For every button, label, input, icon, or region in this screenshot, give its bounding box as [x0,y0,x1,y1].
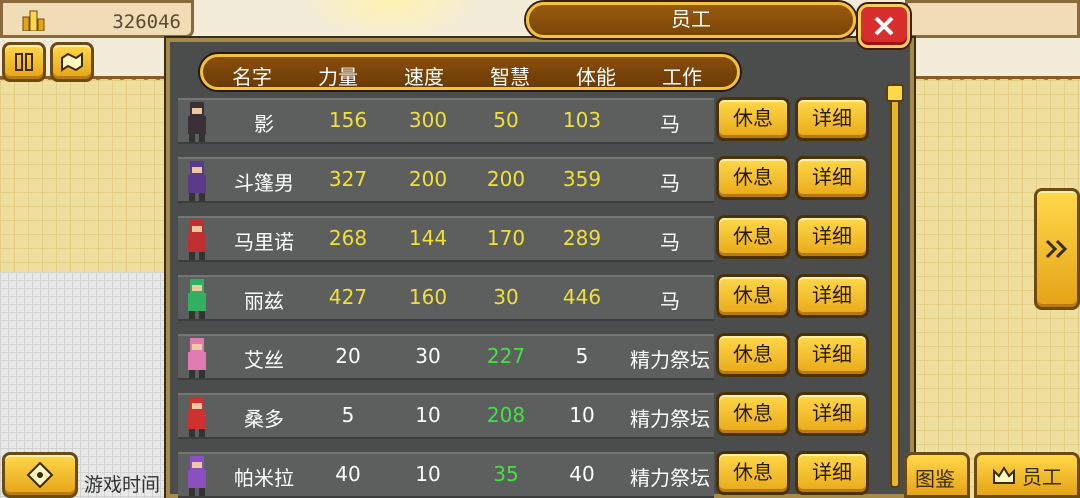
staff-job: 精力祭坛 [630,466,710,490]
detail-button[interactable]: 详细 [795,274,869,318]
staff-strength: 327 [328,167,368,191]
detail-button[interactable]: 详细 [795,451,869,495]
header-strength: 力量 [318,65,358,89]
staff-intellect: 208 [486,403,526,427]
rest-button[interactable]: 休息 [716,156,790,200]
table-row: 帕米拉 40 10 35 40 精力祭坛 [178,452,714,498]
staff-stamina: 5 [575,344,589,368]
staff-job: 精力祭坛 [630,348,710,372]
staff-job: 精力祭坛 [630,407,710,431]
table-row: 桑多 5 10 208 10 精力祭坛 [178,393,714,439]
window-title: 员工 [526,2,856,38]
staff-stamina: 359 [562,167,602,191]
header-name: 名字 [232,65,272,89]
double-chevron-right-icon [1045,239,1068,259]
dpad-icon [26,461,54,489]
character-avatar-icon [188,456,206,496]
staff-strength: 156 [328,108,368,132]
staff-speed: 30 [415,344,441,368]
staff-strength: 40 [335,462,361,486]
character-avatar-icon [188,102,206,142]
character-avatar-icon [188,220,206,260]
header-intellect: 智慧 [490,65,530,89]
table-row: 丽兹 427 160 30 446 马 [178,275,714,321]
next-page-button[interactable] [1034,188,1080,310]
staff-job: 马 [660,230,680,254]
top-right-bar [905,0,1080,38]
staff-speed: 10 [415,403,441,427]
codex-tab[interactable]: 图鉴 [904,452,970,498]
game-time-label: 游戏时间 [84,474,161,496]
rest-button[interactable]: 休息 [716,333,790,377]
crown-icon [993,466,1015,484]
money-value: 326046 [112,11,181,33]
staff-intellect: 30 [493,285,519,309]
staff-speed: 300 [408,108,448,132]
staff-job: 马 [660,112,680,136]
staff-speed: 144 [408,226,448,250]
staff-name: 桑多 [244,407,284,431]
staff-name: 帕米拉 [234,466,294,490]
staff-speed: 160 [408,285,448,309]
close-icon [874,16,894,36]
staff-name: 马里诺 [234,230,294,254]
character-avatar-icon [188,338,206,378]
character-avatar-icon [188,161,206,201]
character-avatar-icon [188,397,206,437]
money-bar: 326046 [0,0,194,38]
staff-job: 马 [660,171,680,195]
staff-speed: 200 [408,167,448,191]
rest-button[interactable]: 休息 [716,392,790,436]
staff-name: 影 [254,112,274,136]
staff-intellect: 50 [493,108,519,132]
staff-intellect: 170 [486,226,526,250]
detail-button[interactable]: 详细 [795,392,869,436]
staff-intellect: 35 [493,462,519,486]
table-row: 影 156 300 50 103 马 [178,98,714,144]
close-button[interactable] [858,4,910,48]
staff-tab[interactable]: 员工 [974,452,1080,498]
detail-button[interactable]: 详细 [795,97,869,141]
map-button[interactable] [50,42,94,82]
header-job: 工作 [662,65,702,89]
scrollbar[interactable] [890,84,900,488]
table-header: 名字 力量 速度 智慧 体能 工作 [200,54,740,90]
buildings-icon [22,10,45,31]
staff-name: 艾丝 [244,348,284,372]
header-stamina: 体能 [576,65,616,89]
staff-name: 丽兹 [244,289,284,313]
staff-speed: 10 [415,462,441,486]
staff-strength: 268 [328,226,368,250]
staff-stamina: 446 [562,285,602,309]
pause-icon [15,53,33,71]
table-row: 艾丝 20 30 227 5 精力祭坛 [178,334,714,380]
staff-strength: 20 [335,344,361,368]
staff-intellect: 200 [486,167,526,191]
scrollbar-thumb[interactable] [886,84,904,102]
staff-stamina: 40 [569,462,595,486]
character-avatar-icon [188,279,206,319]
staff-strength: 427 [328,285,368,309]
rest-button[interactable]: 休息 [716,97,790,141]
detail-button[interactable]: 详细 [795,156,869,200]
staff-job: 马 [660,289,680,313]
rest-button[interactable]: 休息 [716,274,790,318]
staff-strength: 5 [341,403,355,427]
staff-stamina: 10 [569,403,595,427]
dpad-button[interactable] [2,452,78,498]
header-speed: 速度 [404,65,444,89]
map-icon [61,52,83,72]
staff-stamina: 289 [562,226,602,250]
rest-button[interactable]: 休息 [716,215,790,259]
detail-button[interactable]: 详细 [795,215,869,259]
staff-intellect: 227 [486,344,526,368]
rest-button[interactable]: 休息 [716,451,790,495]
staff-name: 斗篷男 [234,171,294,195]
staff-stamina: 103 [562,108,602,132]
detail-button[interactable]: 详细 [795,333,869,377]
table-row: 斗篷男 327 200 200 359 马 [178,157,714,203]
staff-tab-label: 员工 [1022,464,1062,489]
table-row: 马里诺 268 144 170 289 马 [178,216,714,262]
pause-button[interactable] [2,42,46,82]
